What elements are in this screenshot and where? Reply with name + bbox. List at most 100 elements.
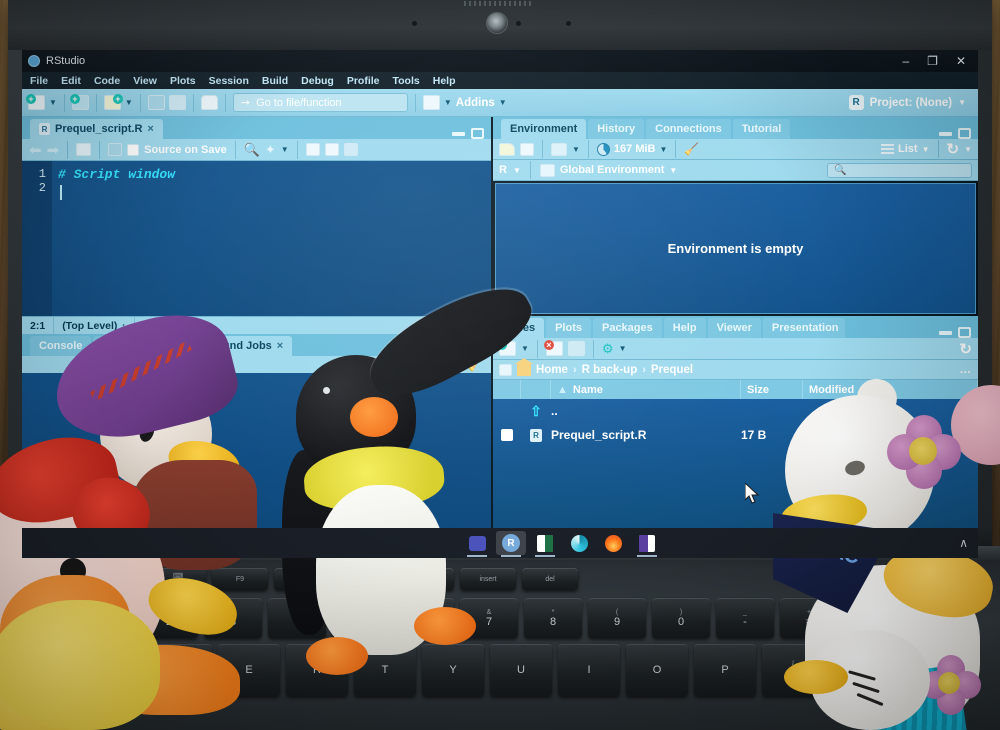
search-icon[interactable]: 🔍: [244, 142, 260, 158]
memory-usage[interactable]: 167 MiB ▼: [596, 142, 667, 156]
open-workspace-icon[interactable]: [499, 142, 515, 156]
tab-packages[interactable]: Packages: [592, 318, 662, 338]
key-delete[interactable]: del: [522, 568, 578, 590]
key-8[interactable]: * 8: [524, 598, 582, 638]
minimize-button[interactable]: –: [902, 54, 909, 68]
breadcrumb-prequel[interactable]: Prequel: [651, 364, 693, 376]
import-chevron-down-icon[interactable]: ▼: [572, 145, 580, 154]
menu-code[interactable]: Code: [94, 75, 120, 87]
menu-build[interactable]: Build: [262, 75, 288, 87]
firefox-icon[interactable]: [598, 531, 628, 555]
up-folder-icon[interactable]: ⇧: [530, 403, 542, 420]
edge-icon[interactable]: [564, 531, 594, 555]
select-all-column[interactable]: [493, 380, 521, 399]
save-icon[interactable]: [147, 95, 165, 110]
refresh-chevron-down-icon[interactable]: ▼: [964, 145, 972, 154]
more-chevron-down-icon[interactable]: ▼: [619, 344, 627, 353]
maximize-button[interactable]: ❐: [927, 54, 938, 68]
menu-plots[interactable]: Plots: [170, 75, 196, 87]
broom-icon[interactable]: 🧹: [684, 142, 699, 156]
delete-icon[interactable]: ×: [543, 340, 563, 356]
run-icon[interactable]: [324, 143, 339, 156]
compile-report-icon[interactable]: [305, 143, 320, 156]
refresh-icon[interactable]: ↻: [959, 340, 972, 358]
name-column-header[interactable]: ▲ Name: [551, 380, 741, 399]
new-file-icon[interactable]: +: [26, 94, 45, 110]
close-button[interactable]: ✕: [956, 54, 966, 68]
document-outline-icon[interactable]: [76, 143, 92, 156]
tab-history[interactable]: History: [588, 119, 645, 139]
tab-environment[interactable]: Environment: [501, 119, 587, 139]
close-icon[interactable]: ×: [147, 123, 153, 135]
magic-wand-icon[interactable]: ✦: [265, 142, 276, 158]
rename-icon[interactable]: [567, 341, 585, 356]
forward-arrow-icon[interactable]: ➡: [47, 141, 60, 159]
back-folder-icon[interactable]: [499, 363, 512, 376]
addins-chevron-down-icon[interactable]: ▼: [444, 98, 452, 107]
minimize-pane-icon[interactable]: [939, 330, 952, 335]
office-icon[interactable]: [632, 531, 662, 557]
tab-viewer[interactable]: Viewer: [707, 318, 761, 338]
language-chevron-down-icon[interactable]: ▼: [513, 166, 521, 175]
key-u[interactable]: U: [490, 644, 552, 696]
print-icon[interactable]: [200, 95, 218, 110]
breadcrumb-home[interactable]: Home: [536, 364, 568, 376]
addins-menu-chevron-icon[interactable]: ▼: [499, 98, 507, 107]
breadcrumb-r-backup[interactable]: R back-up: [582, 364, 638, 376]
home-icon[interactable]: [515, 358, 533, 376]
environment-chevron-down-icon[interactable]: ▼: [669, 166, 677, 175]
maximize-pane-icon[interactable]: [471, 128, 484, 139]
tab-presentation[interactable]: Presentation: [762, 318, 845, 338]
environment-search-input[interactable]: 🔍: [827, 162, 972, 178]
import-dataset-icon[interactable]: [551, 142, 567, 156]
row-checkbox[interactable]: [501, 429, 513, 441]
tab-connections[interactable]: Connections: [646, 119, 731, 139]
save-workspace-icon[interactable]: [520, 142, 534, 156]
menu-edit[interactable]: Edit: [61, 75, 81, 87]
source-on-save-toggle[interactable]: Source on Save: [127, 143, 227, 156]
language-label[interactable]: R: [499, 164, 507, 176]
addins-label[interactable]: Addins: [456, 97, 495, 109]
breadcrumb-more-icon[interactable]: …: [960, 364, 973, 376]
file-name[interactable]: Prequel_script.R: [551, 428, 741, 442]
menu-tools[interactable]: Tools: [393, 75, 420, 87]
view-mode-chevron-down-icon[interactable]: ▼: [922, 145, 930, 154]
new-file-chevron-down-icon[interactable]: ▼: [49, 98, 57, 107]
new-project-icon[interactable]: +: [69, 94, 89, 110]
tray-chevron-up-icon[interactable]: ∧: [959, 536, 968, 550]
code-editor[interactable]: 1 2 # Script window: [22, 161, 491, 316]
menu-profile[interactable]: Profile: [347, 75, 380, 87]
project-selector[interactable]: R Project: (None) ▼: [848, 95, 972, 110]
open-file-chevron-down-icon[interactable]: ▼: [125, 98, 133, 107]
menu-help[interactable]: Help: [433, 75, 456, 87]
tab-prequel-script[interactable]: R Prequel_script.R ×: [30, 119, 163, 139]
save-icon[interactable]: [108, 143, 123, 156]
goto-file-function-input[interactable]: ➞ Go to file/function: [232, 93, 408, 112]
key-0[interactable]: ) 0: [652, 598, 710, 638]
source-icon[interactable]: [343, 143, 358, 156]
new-folder-chevron-down-icon[interactable]: ▼: [521, 344, 529, 353]
open-file-icon[interactable]: +: [103, 94, 123, 110]
back-arrow-icon[interactable]: ⬅: [29, 141, 42, 159]
rstudio-icon[interactable]: R: [496, 531, 526, 557]
maximize-pane-icon[interactable]: [958, 128, 971, 139]
refresh-icon[interactable]: ↻: [947, 140, 960, 158]
menu-session[interactable]: Session: [209, 75, 249, 87]
menu-view[interactable]: View: [133, 75, 157, 87]
key-o[interactable]: O: [626, 644, 688, 696]
excel-icon[interactable]: [530, 531, 560, 557]
tab-tutorial[interactable]: Tutorial: [732, 119, 791, 139]
gear-icon[interactable]: ⚙: [602, 341, 614, 357]
key-p[interactable]: P: [694, 644, 756, 696]
tab-plots[interactable]: Plots: [546, 318, 591, 338]
view-mode-selector[interactable]: List ▼: [881, 143, 930, 155]
source-on-save-checkbox[interactable]: [127, 143, 140, 156]
menu-debug[interactable]: Debug: [301, 75, 334, 87]
maximize-pane-icon[interactable]: [958, 327, 971, 338]
key-9[interactable]: ( 9: [588, 598, 646, 638]
system-tray[interactable]: ∧: [959, 536, 978, 550]
tab-help[interactable]: Help: [663, 318, 706, 338]
minimize-pane-icon[interactable]: [939, 131, 952, 136]
addins-icon[interactable]: [422, 95, 440, 110]
save-all-icon[interactable]: [168, 95, 186, 110]
